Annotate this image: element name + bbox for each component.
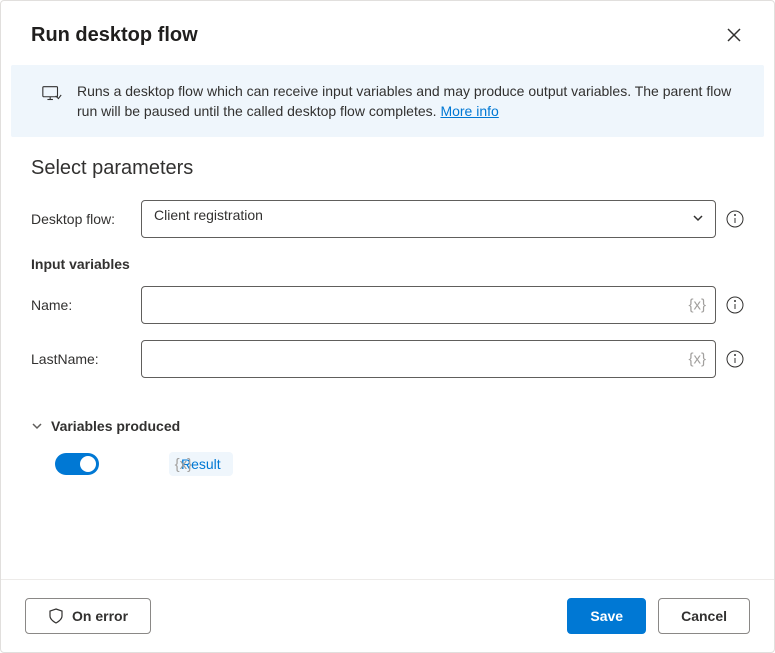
name-input[interactable] (141, 286, 716, 324)
close-icon (727, 28, 741, 42)
close-button[interactable] (718, 19, 750, 51)
chevron-down-icon (31, 420, 43, 432)
info-banner: Runs a desktop flow which can receive in… (11, 65, 764, 137)
variables-produced-toggle-section[interactable]: Variables produced (31, 418, 744, 434)
desktop-flow-icon (41, 83, 63, 105)
variable-icon: {x} (175, 456, 193, 473)
shield-icon (48, 608, 64, 624)
info-description: Runs a desktop flow which can receive in… (77, 81, 734, 121)
on-error-button[interactable]: On error (25, 598, 151, 634)
last-name-input[interactable] (141, 340, 716, 378)
variables-produced-heading: Variables produced (51, 418, 180, 434)
input-variables-heading: Input variables (31, 256, 744, 272)
info-icon[interactable] (726, 296, 744, 314)
more-info-link[interactable]: More info (440, 103, 498, 119)
on-error-label: On error (72, 608, 128, 624)
result-toggle[interactable] (55, 453, 99, 475)
cancel-button[interactable]: Cancel (658, 598, 750, 634)
info-icon[interactable] (726, 210, 744, 228)
save-button[interactable]: Save (567, 598, 646, 634)
last-name-label: LastName: (31, 351, 131, 367)
desktop-flow-select[interactable]: Client registration (141, 200, 716, 238)
info-icon[interactable] (726, 350, 744, 368)
name-label: Name: (31, 297, 131, 313)
info-text: Runs a desktop flow which can receive in… (77, 83, 731, 119)
select-parameters-heading: Select parameters (31, 157, 744, 180)
desktop-flow-label: Desktop flow: (31, 211, 131, 227)
dialog-title: Run desktop flow (31, 24, 198, 47)
